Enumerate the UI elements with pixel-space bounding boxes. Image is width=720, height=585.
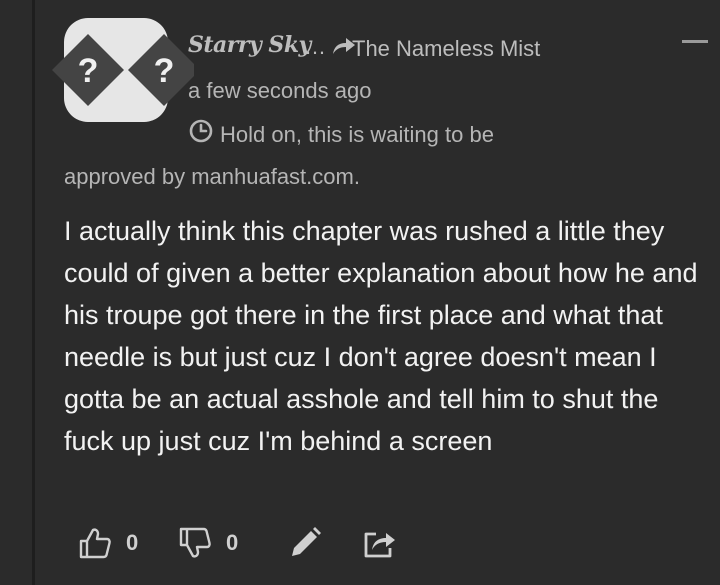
share-icon[interactable] xyxy=(362,526,398,560)
avatar[interactable]: ? ? xyxy=(52,18,194,122)
avatar-glyph-left: ? xyxy=(78,52,99,90)
thumbs-up-icon[interactable] xyxy=(78,526,112,560)
timestamp[interactable]: a few seconds ago xyxy=(188,78,371,104)
clock-icon xyxy=(189,119,213,143)
thread-line xyxy=(32,0,35,585)
downvote-count: 0 xyxy=(226,530,239,555)
thumbs-down-icon[interactable] xyxy=(178,526,212,560)
avatar-image: ? ? xyxy=(52,34,194,106)
moderation-notice: Hold on, this is waiting to be xyxy=(220,122,494,147)
comment-body: I actually think this chapter was rushed… xyxy=(64,216,698,456)
moderation-notice-cont: approved by manhuafast.com. xyxy=(64,164,360,189)
reply-ellipsis: … xyxy=(304,34,326,59)
reply-to-author[interactable]: The Nameless Mist xyxy=(352,36,540,62)
reply-indicator: … xyxy=(304,34,356,60)
author-name[interactable]: Starry Sky xyxy=(188,32,311,58)
pencil-icon[interactable] xyxy=(288,526,322,560)
minus-icon[interactable] xyxy=(682,40,708,43)
avatar-glyph-right: ? xyxy=(154,52,175,90)
upvote-count: 0 xyxy=(126,530,139,555)
